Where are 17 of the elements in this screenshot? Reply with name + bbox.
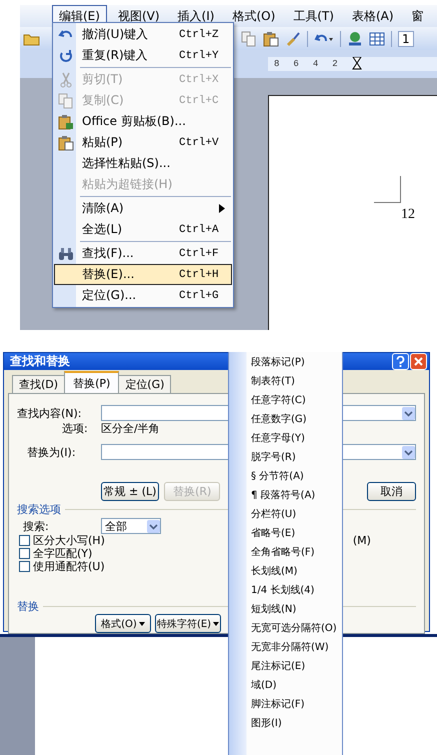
field-label: 查找内容(N): <box>17 406 83 420</box>
checkbox-label: 区分大小写(H) <box>33 533 105 548</box>
options-label: 选项: <box>61 420 89 436</box>
search-label: 搜索: <box>22 518 50 534</box>
ruler-number: 8 <box>274 59 280 69</box>
dialog-title: 查找和替换 <box>10 353 70 370</box>
checkbox-label: 使用通配符(U) <box>33 559 105 574</box>
ruler-number: 4 <box>312 59 318 69</box>
section-heading: 搜索选项 <box>17 502 61 516</box>
checkbox-label: 全字匹配(Y) <box>33 546 92 560</box>
ruler-number: 6 <box>293 59 299 69</box>
ruler-number: 2 <box>332 59 338 69</box>
options-value: 区分全/半角 <box>101 420 160 436</box>
section-heading: 替换 <box>17 599 39 614</box>
field-label: 替换为(I): <box>26 444 77 460</box>
button-text: (M) <box>352 534 371 547</box>
page-text: 12 <box>401 207 415 223</box>
